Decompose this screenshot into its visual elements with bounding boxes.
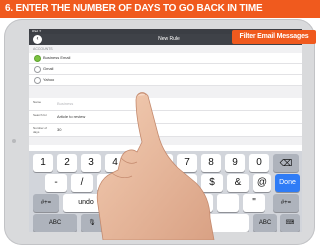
abc-key-right[interactable]: ABC	[253, 214, 277, 232]
camera-dot	[12, 139, 16, 143]
key-hyphen[interactable]: -	[45, 174, 67, 192]
name-field-label: Name	[33, 100, 42, 104]
symbols-key-right[interactable]: #+=	[273, 194, 299, 212]
quote-key[interactable]: "	[243, 194, 265, 212]
number-of-days-label: Number of days	[33, 126, 48, 134]
punctuation-key[interactable]	[191, 194, 213, 212]
name-field-placeholder[interactable]: Business	[57, 98, 73, 110]
key-1[interactable]: 1	[33, 154, 53, 172]
ipad-screen: iPad ✦ ‹ New Rule ACCOUNTS Business Emai…	[29, 29, 302, 232]
microphone-icon[interactable]: 🎙	[81, 214, 103, 232]
filter-email-callout: Filter Email Messages	[232, 30, 316, 44]
account-option-yahoo[interactable]: Yahoo	[29, 75, 302, 86]
account-option-label: Gmail	[43, 66, 54, 71]
key-dollar[interactable]: $	[201, 174, 223, 192]
search-for-value[interactable]: Article to review	[57, 111, 85, 123]
key-close-paren[interactable]: )	[175, 174, 197, 192]
key-3[interactable]: 3	[81, 154, 101, 172]
done-key[interactable]: Done	[275, 174, 300, 192]
key-2[interactable]: 2	[57, 154, 77, 172]
key-4[interactable]: 4	[105, 154, 125, 172]
key-open-paren[interactable]: (	[149, 174, 171, 192]
radio-icon[interactable]	[34, 66, 41, 73]
punctuation-key[interactable]	[139, 194, 161, 212]
account-option-label: Yahoo	[43, 77, 55, 82]
key-6[interactable]: 6	[153, 154, 173, 172]
account-option-business[interactable]: Business Email	[29, 53, 302, 64]
key-colon[interactable]: :	[97, 174, 119, 192]
key-7[interactable]: 7	[177, 154, 197, 172]
numeric-keyboard: 1 2 3 4 5 6 7 8 9 0 ⌫ - / : ; ( ) $ & @ …	[29, 151, 302, 232]
number-of-days-field[interactable]: Number of days 30	[29, 124, 302, 137]
backspace-key[interactable]: ⌫	[273, 154, 299, 172]
number-of-days-value[interactable]: 30	[57, 124, 61, 136]
abc-key[interactable]: ABC	[33, 214, 77, 232]
key-8[interactable]: 8	[201, 154, 221, 172]
hide-keyboard-icon[interactable]: ⌨	[280, 214, 300, 232]
search-for-label: Search for	[33, 113, 47, 117]
account-option-gmail[interactable]: Gmail	[29, 64, 302, 75]
punctuation-key[interactable]	[113, 194, 135, 212]
banner-title: 6. ENTER THE NUMBER OF DAYS TO GO BACK I…	[0, 0, 320, 18]
nav-title: New Rule	[158, 36, 180, 42]
symbols-key[interactable]: #+=	[33, 194, 59, 212]
name-field[interactable]: Name Business	[29, 98, 302, 111]
key-semicolon[interactable]: ;	[123, 174, 145, 192]
space-key[interactable]	[107, 214, 249, 232]
rule-form: ACCOUNTS Business Email Gmail Yahoo Name…	[29, 45, 302, 145]
radio-icon[interactable]	[34, 77, 41, 84]
back-button[interactable]: ‹	[33, 35, 42, 44]
key-5[interactable]: 5	[129, 154, 149, 172]
punctuation-key[interactable]	[217, 194, 239, 212]
key-ampersand[interactable]: &	[227, 174, 249, 192]
search-for-field[interactable]: Search for Article to review	[29, 111, 302, 124]
key-0[interactable]: 0	[249, 154, 269, 172]
accounts-section-label: ACCOUNTS	[33, 47, 53, 51]
account-option-label: Business Email	[43, 55, 71, 60]
key-at[interactable]: @	[253, 174, 271, 192]
checked-radio-icon[interactable]	[34, 55, 41, 62]
key-slash[interactable]: /	[71, 174, 93, 192]
punctuation-key[interactable]	[165, 194, 187, 212]
key-9[interactable]: 9	[225, 154, 245, 172]
undo-key[interactable]: undo	[63, 194, 109, 212]
